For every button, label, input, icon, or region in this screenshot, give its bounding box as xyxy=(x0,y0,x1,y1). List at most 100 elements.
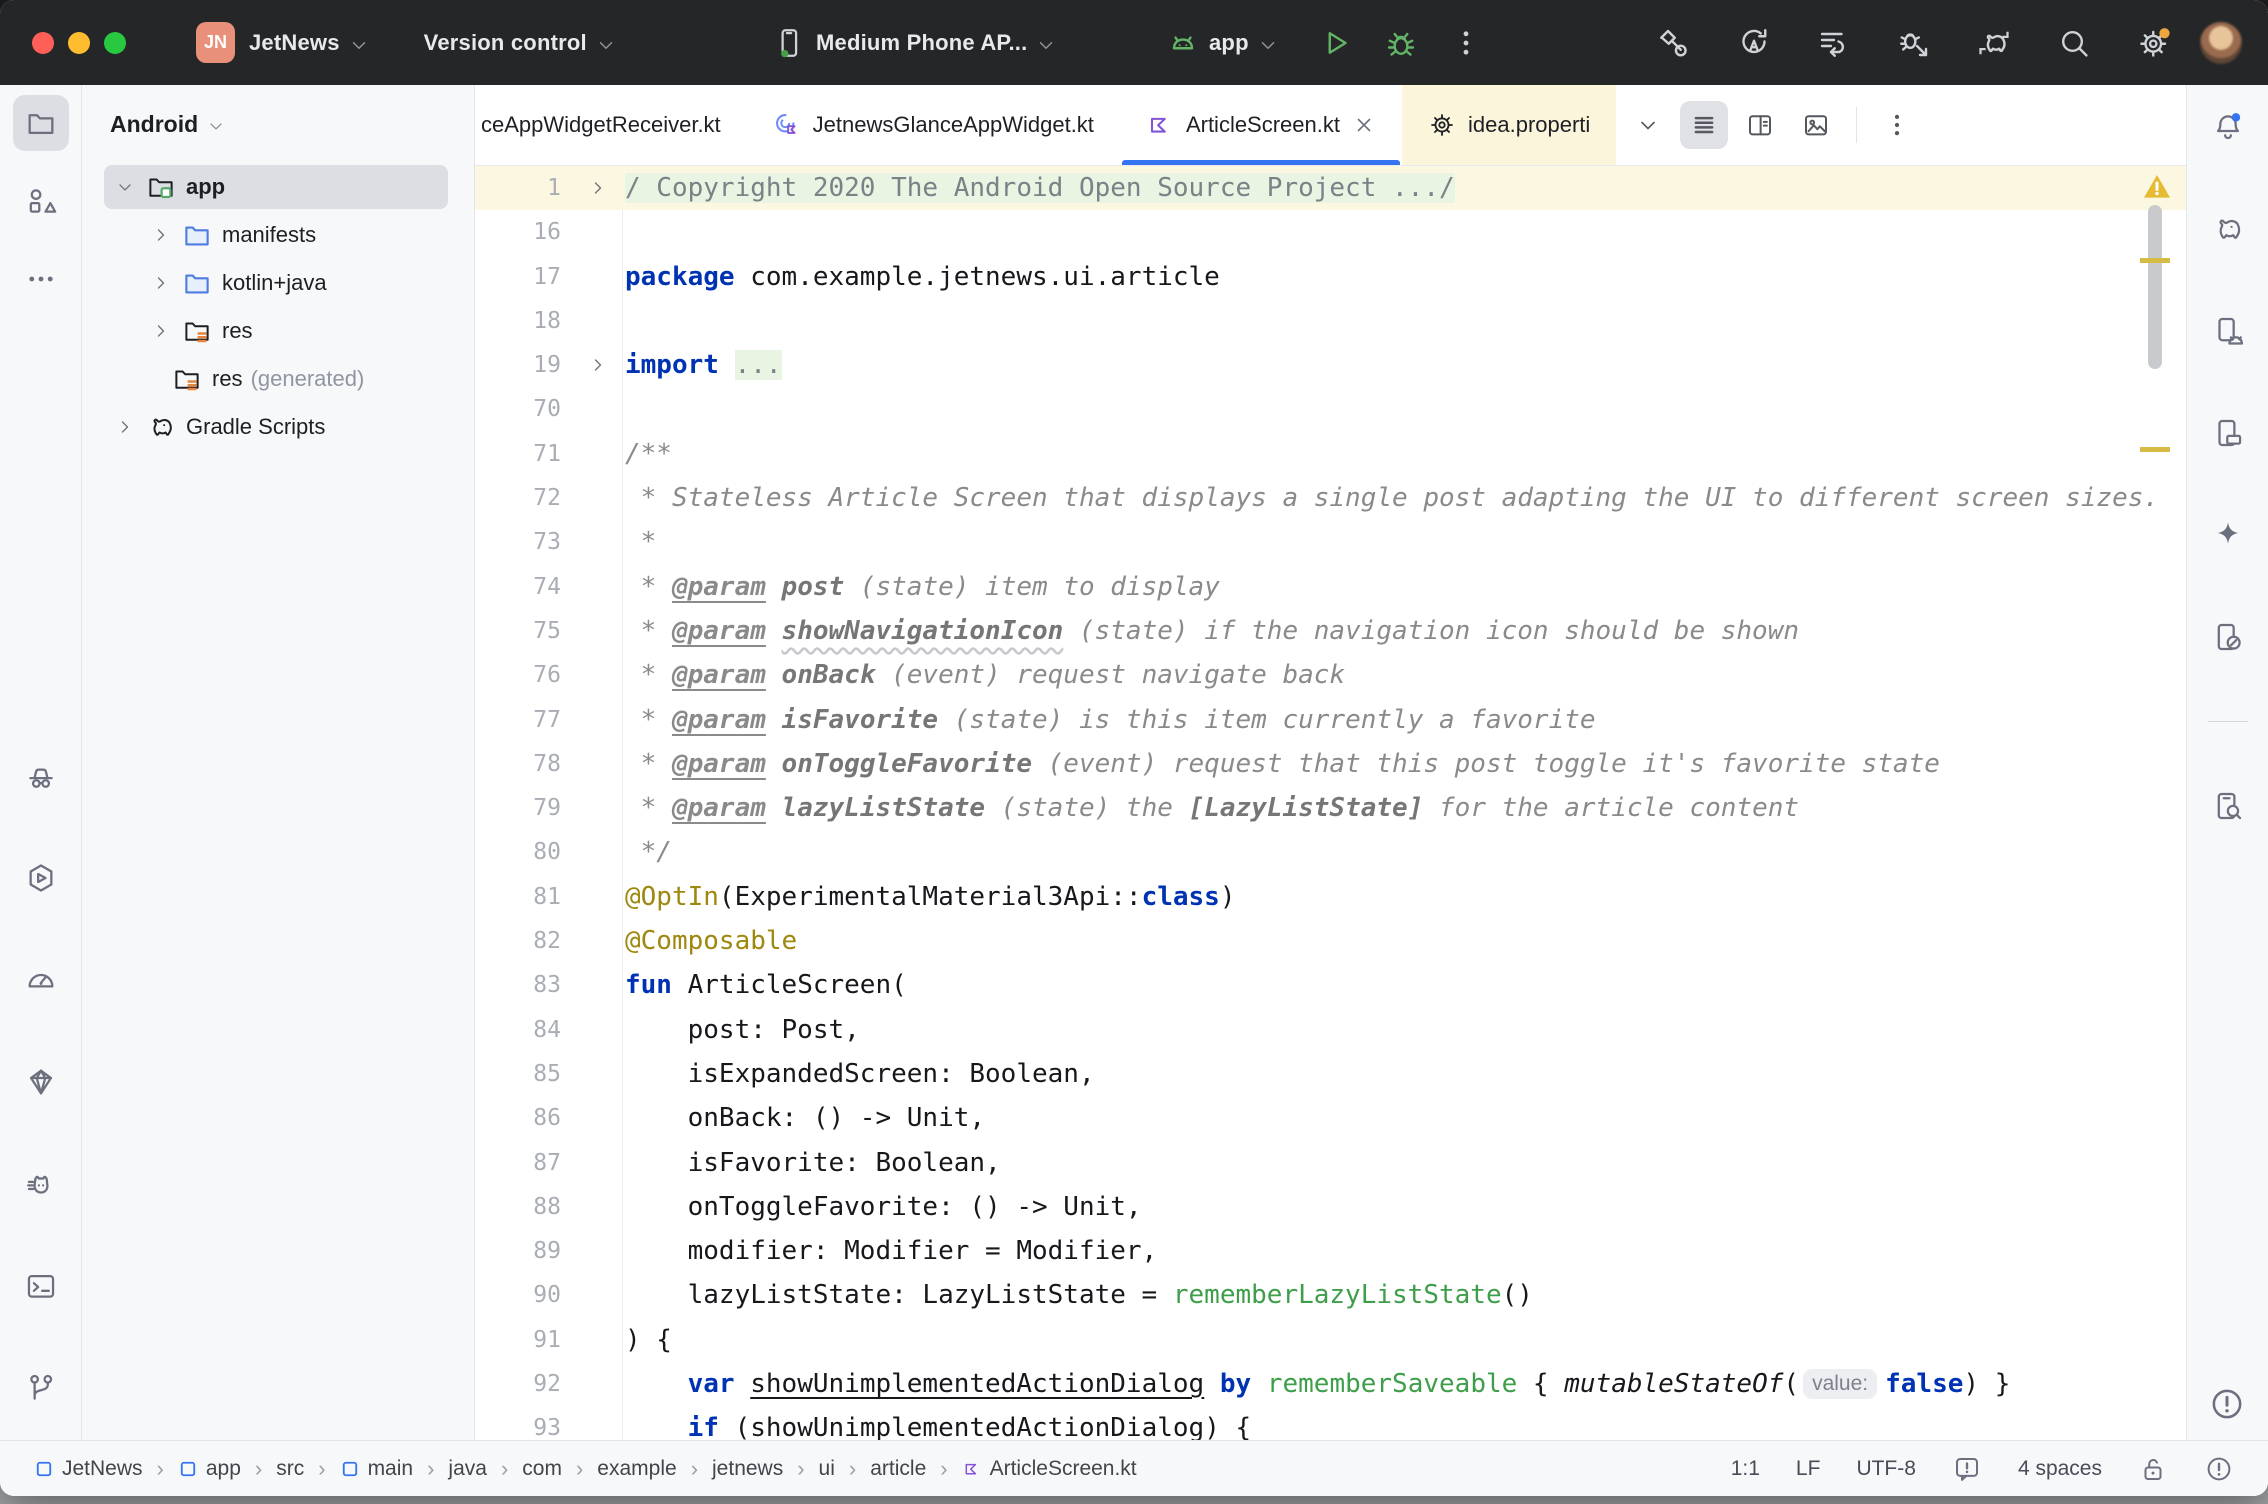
tree-item-gradle-scripts[interactable]: Gradle Scripts xyxy=(82,403,474,451)
code-line-93[interactable]: 93 if (showUnimplementedActionDialog) { xyxy=(475,1406,2186,1440)
project-name-menu[interactable]: JetNews xyxy=(249,30,340,56)
breadcrumb-articlescreen-kt[interactable]: ArticleScreen.kt xyxy=(962,1457,1137,1481)
code-line-17[interactable]: 17package com.example.jetnews.ui.article xyxy=(475,255,2186,299)
code-line-84[interactable]: 84 post: Post, xyxy=(475,1008,2186,1052)
code-editor[interactable]: 1/ Copyright 2020 The Android Open Sourc… xyxy=(475,166,2186,1440)
problems-icon[interactable] xyxy=(2199,1384,2255,1424)
chevron-down-icon[interactable] xyxy=(1624,101,1672,149)
vcs-menu[interactable]: Version control xyxy=(424,30,587,56)
code-line-78[interactable]: 78 * @param onToggleFavorite (event) req… xyxy=(475,742,2186,786)
tab-jetnewsglanceappwidget-kt[interactable]: JetnewsGlanceAppWidget.kt xyxy=(747,85,1120,165)
tree-item-app[interactable]: app xyxy=(82,163,474,211)
tree-item-res[interactable]: res(generated) xyxy=(82,355,474,403)
code-line-91[interactable]: 91) { xyxy=(475,1318,2186,1362)
device-manager-icon[interactable] xyxy=(2200,303,2256,359)
indent-setting[interactable]: 4 spaces xyxy=(2018,1457,2102,1481)
code-line-83[interactable]: 83fun ArticleScreen( xyxy=(475,963,2186,1007)
more-actions-button[interactable] xyxy=(1449,26,1483,60)
warning-stripe-mark[interactable] xyxy=(2140,447,2170,452)
run-configuration-selector[interactable] xyxy=(1165,25,1201,61)
code-line-81[interactable]: 81@OptIn(ExperimentalMaterial3Api::class… xyxy=(475,875,2186,919)
warning-stripe-mark[interactable] xyxy=(2140,258,2170,263)
breadcrumb-jetnews[interactable]: jetnews xyxy=(712,1457,783,1481)
more-horizontal-icon[interactable] xyxy=(13,251,69,307)
breadcrumb-ui[interactable]: ui xyxy=(819,1457,835,1481)
tab-articlescreen-kt[interactable]: ArticleScreen.kt xyxy=(1120,85,1402,165)
bubble-alert-icon[interactable] xyxy=(1952,1454,1982,1484)
breadcrumb-java[interactable]: java xyxy=(448,1457,487,1481)
tab-ceappwidgetreceiver-kt[interactable]: ceAppWidgetReceiver.kt xyxy=(475,85,747,165)
split-view-icon[interactable] xyxy=(1736,101,1784,149)
fold-toggle-icon[interactable] xyxy=(581,343,615,387)
avatar[interactable] xyxy=(2200,22,2242,64)
breadcrumb-src[interactable]: src xyxy=(276,1457,304,1481)
code-line-77[interactable]: 77 * @param isFavorite (state) is this i… xyxy=(475,698,2186,742)
attach-debugger-icon[interactable] xyxy=(1896,25,1932,61)
code-line-86[interactable]: 86 onBack: () -> Unit, xyxy=(475,1096,2186,1140)
logcat-icon[interactable] xyxy=(13,1156,69,1212)
gradle-icon[interactable] xyxy=(2200,201,2256,257)
line-separator[interactable]: LF xyxy=(1796,1457,1821,1481)
code-line-1[interactable]: 1/ Copyright 2020 The Android Open Sourc… xyxy=(475,166,2186,210)
breadcrumb-main[interactable]: main xyxy=(340,1457,414,1481)
code-line-71[interactable]: 71/** xyxy=(475,432,2186,476)
code-line-76[interactable]: 76 * @param onBack (event) request navig… xyxy=(475,653,2186,697)
breadcrumb-jetnews[interactable]: JetNews xyxy=(34,1457,143,1481)
code-line-70[interactable]: 70 xyxy=(475,387,2186,431)
resource-manager-icon[interactable] xyxy=(13,173,69,229)
breadcrumb-app[interactable]: app xyxy=(178,1457,241,1481)
tree-item-manifests[interactable]: manifests xyxy=(82,211,474,259)
close-icon[interactable] xyxy=(1352,113,1376,137)
chevron-down-icon[interactable] xyxy=(110,172,140,202)
tree-item-kotlin-java[interactable]: kotlin+java xyxy=(82,259,474,307)
services-icon[interactable] xyxy=(13,850,69,906)
breadcrumb-example[interactable]: example xyxy=(597,1457,676,1481)
build-icon[interactable] xyxy=(1656,25,1692,61)
image-view-icon[interactable] xyxy=(1792,101,1840,149)
running-devices-icon[interactable] xyxy=(2200,405,2256,461)
code-line-72[interactable]: 72 * Stateless Article Screen that displ… xyxy=(475,476,2186,520)
tab-idea-properti[interactable]: idea.properti xyxy=(1402,85,1616,165)
code-line-79[interactable]: 79 * @param lazyListState (state) the [L… xyxy=(475,786,2186,830)
project-view-selector[interactable]: Android xyxy=(82,85,474,163)
device-explorer-icon[interactable] xyxy=(2200,778,2256,834)
debug-button[interactable] xyxy=(1383,25,1419,61)
incognito-icon[interactable] xyxy=(13,748,69,804)
code-line-87[interactable]: 87 isFavorite: Boolean, xyxy=(475,1141,2186,1185)
close-window-button[interactable] xyxy=(32,32,54,54)
file-encoding[interactable]: UTF-8 xyxy=(1856,1457,1916,1481)
apply-changes-icon[interactable] xyxy=(1736,25,1772,61)
code-line-73[interactable]: 73 * xyxy=(475,520,2186,564)
code-line-75[interactable]: 75 * @param showNavigationIcon (state) i… xyxy=(475,609,2186,653)
code-line-89[interactable]: 89 modifier: Modifier = Modifier, xyxy=(475,1229,2186,1273)
code-line-90[interactable]: 90 lazyListState: LazyListState = rememb… xyxy=(475,1273,2186,1317)
chevron-right-icon[interactable] xyxy=(110,412,140,442)
code-line-74[interactable]: 74 * @param post (state) item to display xyxy=(475,565,2186,609)
code-line-92[interactable]: 92 var showUnimplementedActionDialog by … xyxy=(475,1362,2186,1406)
code-line-18[interactable]: 18 xyxy=(475,299,2186,343)
device-selector[interactable]: Medium Phone AP... xyxy=(772,0,1063,85)
version-control-icon[interactable] xyxy=(13,1360,69,1416)
zoom-window-button[interactable] xyxy=(104,32,126,54)
run-config-label[interactable]: app xyxy=(1209,30,1249,56)
code-line-88[interactable]: 88 onToggleFavorite: () -> Unit, xyxy=(475,1185,2186,1229)
gemini-sparkle-icon[interactable] xyxy=(2200,507,2256,563)
caret-position[interactable]: 1:1 xyxy=(1731,1457,1760,1481)
chevron-right-icon[interactable] xyxy=(146,316,176,346)
project-folder-icon[interactable] xyxy=(13,95,69,151)
run-button[interactable] xyxy=(1317,25,1353,61)
minimize-window-button[interactable] xyxy=(68,32,90,54)
gradle-sync-icon[interactable] xyxy=(1976,25,2012,61)
device-mirroring-icon[interactable] xyxy=(2200,609,2256,665)
profiler-icon[interactable] xyxy=(13,952,69,1008)
fold-toggle-icon[interactable] xyxy=(581,166,615,210)
terminal-icon[interactable] xyxy=(13,1258,69,1314)
lock-open-icon[interactable] xyxy=(2138,1454,2168,1484)
editor-scrollbar[interactable] xyxy=(2148,205,2162,369)
chevron-right-icon[interactable] xyxy=(146,268,176,298)
notifications-bell-icon[interactable] xyxy=(2200,99,2256,155)
code-line-16[interactable]: 16 xyxy=(475,210,2186,254)
more-vertical-icon[interactable] xyxy=(1873,101,1921,149)
app-quality-insights-icon[interactable] xyxy=(13,1054,69,1110)
settings-icon[interactable] xyxy=(2136,25,2172,61)
